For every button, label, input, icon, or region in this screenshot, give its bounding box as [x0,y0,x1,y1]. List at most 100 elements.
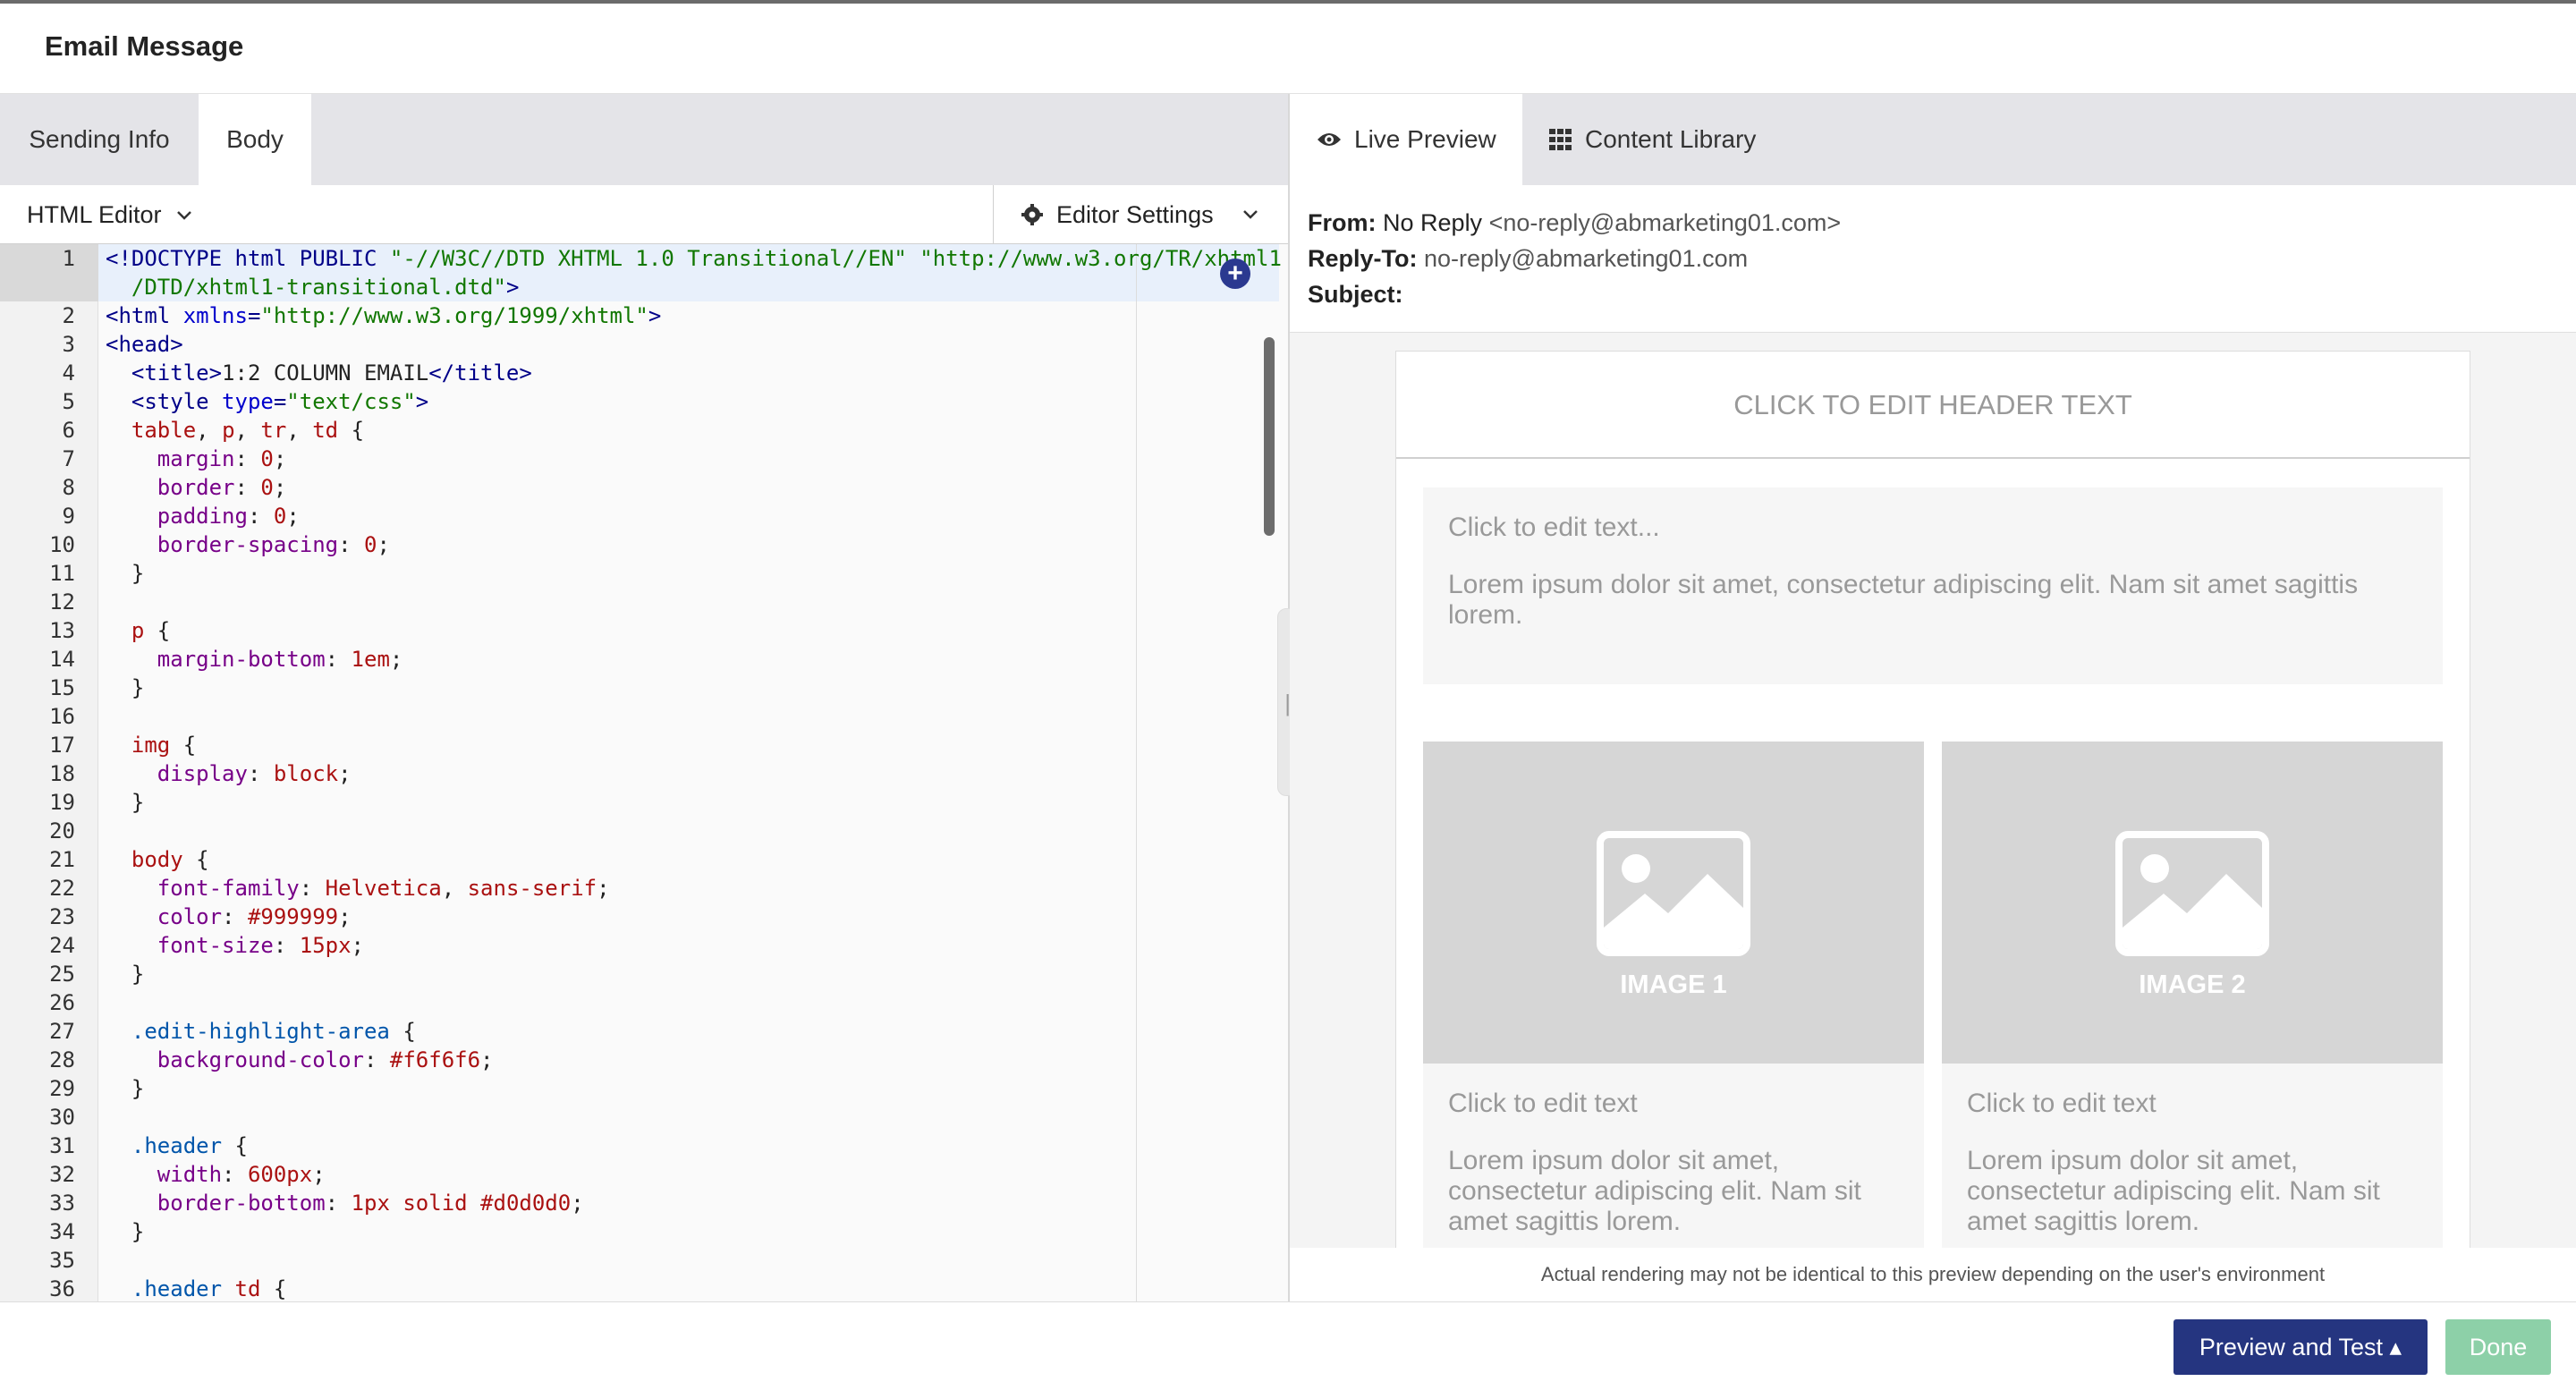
code-line[interactable]: 16 [0,702,1288,731]
line-number: 3 [62,332,75,357]
code-line[interactable]: 12 [0,588,1288,616]
code-text: } [106,790,145,815]
code-text: border: 0; [106,475,287,500]
tab-sending-info[interactable]: Sending Info [0,94,199,185]
code-text: .edit-highlight-area { [106,1019,416,1044]
code-line[interactable]: 22 font-family: Helvetica, sans-serif; [0,874,1288,903]
code-line[interactable]: 13 p { [0,616,1288,645]
tab-body[interactable]: Body [199,94,311,185]
code-line[interactable]: 1 <!DOCTYPE html PUBLIC "-//W3C//DTD XHTM… [0,244,1288,273]
code-text: p { [131,618,171,643]
code-line[interactable]: 18 display: block; [0,759,1288,788]
line-number: 14 [49,647,75,672]
code-line[interactable]: 35 [0,1246,1288,1275]
editor-mode-dropdown[interactable]: HTML Editor [27,201,192,229]
code-text: } [106,962,145,987]
code-line[interactable]: 4 <title>1:2 COLUMN EMAIL</title> [0,359,1288,387]
code-line[interactable]: 6 table, p, tr, td { [0,416,1288,445]
line-number: 25 [49,962,75,987]
code-line[interactable]: 32 width: 600px; [0,1160,1288,1189]
tab-content-library[interactable]: Content Library [1522,94,1791,185]
image-2-label: IMAGE 2 [2139,970,2246,999]
line-number: 7 [62,446,75,471]
image-1-placeholder[interactable]: IMAGE 1 [1423,742,1924,1064]
code-line[interactable]: 26 [0,988,1288,1017]
eye-icon [1318,133,1341,146]
code-line[interactable]: 23 color: #999999; [0,903,1288,931]
code-text: margin-bottom: 1em; [106,647,403,672]
code-text: <html xmlns="http://www.w3.org/1999/xhtm… [106,303,662,328]
code-text: <title>1:2 COLUMN EMAIL</title> [106,360,532,386]
done-button[interactable]: Done [2445,1319,2551,1375]
grid-icon [1549,129,1572,150]
code-line[interactable]: 19 } [0,788,1288,817]
code-line[interactable]: 8 border: 0; [0,473,1288,502]
tab-live-preview[interactable]: Live Preview [1290,94,1522,185]
column-1-text-block[interactable]: Click to edit text Lorem ipsum dolor sit… [1423,1064,1924,1248]
text-block-title: Click to edit text... [1448,513,1660,542]
column-2-body: Lorem ipsum dolor sit amet, consectetur … [1967,1146,2380,1236]
line-number: 11 [49,561,75,586]
code-text: <head> [106,332,183,357]
code-line[interactable]: /DTD/xhtml1-transitional.dtd"> [0,273,1288,301]
email-template: CLICK TO EDIT HEADER TEXT Click to edit … [1395,351,2470,1248]
code-line[interactable]: 36 .header td { [0,1275,1288,1301]
line-number: 18 [49,761,75,786]
editor-settings-label: Editor Settings [1056,200,1214,228]
email-header-block[interactable]: CLICK TO EDIT HEADER TEXT [1396,352,2470,459]
code-line[interactable]: 20 [0,817,1288,845]
code-text: body { [131,847,209,872]
text-block-body: Lorem ipsum dolor sit amet, consectetur … [1448,570,2359,630]
code-line[interactable]: 7 margin: 0; [0,445,1288,473]
add-block-icon[interactable]: + [1220,259,1250,289]
code-line[interactable]: 29 } [0,1074,1288,1103]
code-editor[interactable]: 1 <!DOCTYPE html PUBLIC "-//W3C//DTD XHTM… [0,244,1288,1301]
image-icon [2115,831,2269,956]
code-text: /DTD/xhtml1-transitional.dtd"> [106,275,520,300]
code-line[interactable]: 25 } [0,960,1288,988]
code-text: width: 600px; [106,1162,326,1187]
code-line[interactable]: 21 body { [0,845,1288,874]
editor-settings-button[interactable]: Editor Settings [993,185,1288,244]
code-line[interactable]: 17 img { [0,731,1288,759]
code-line[interactable]: 2 <html xmlns="http://www.w3.org/1999/xht… [0,301,1288,330]
preview-and-test-button[interactable]: Preview and Test ▴ [2174,1319,2428,1375]
code-line[interactable]: 31 .header { [0,1131,1288,1160]
code-line[interactable]: 33 border-bottom: 1px solid #d0d0d0; [0,1189,1288,1217]
left-tab-bar: Sending Info Body [0,94,1288,185]
code-text: border-bottom: 1px solid #d0d0d0; [106,1191,584,1216]
text-block[interactable]: Click to edit text... Lorem ipsum dolor … [1423,487,2443,684]
code-line[interactable]: 9 padding: 0; [0,502,1288,530]
preview-disclaimer: Actual rendering may not be identical to… [1290,1248,2576,1301]
line-number: 31 [49,1133,75,1158]
reply-to-row: Reply-To: no-reply@abmarketing01.com [1308,245,1749,272]
code-text: border-spacing: 0; [106,532,390,557]
code-text: .header { [106,1133,248,1158]
line-number: 10 [49,532,75,557]
line-number: 23 [49,904,75,929]
code-text: <!DOCTYPE html PUBLIC "-//W3C//DTD XHTML… [106,246,1282,271]
code-line[interactable]: 27 .edit-highlight-area { [0,1017,1288,1046]
column-2-text-block[interactable]: Click to edit text Lorem ipsum dolor sit… [1942,1064,2443,1248]
line-number: 12 [49,589,75,614]
line-number: 34 [49,1219,75,1244]
code-line[interactable]: 30 [0,1103,1288,1131]
line-number: 32 [49,1162,75,1187]
code-line[interactable]: 28 background-color: #f6f6f6; [0,1046,1288,1074]
code-line[interactable]: 11 } [0,559,1288,588]
code-line[interactable]: 3 <head> [0,330,1288,359]
line-number: 28 [49,1047,75,1072]
code-line[interactable]: 5 <style type="text/css"> [0,387,1288,416]
line-number: 4 [62,360,75,386]
code-scrollbar[interactable] [1264,337,1275,536]
right-tab-bar: Live Preview Content Library [1290,94,2576,185]
code-line[interactable]: 34 } [0,1217,1288,1246]
title-bar: Email Message [0,4,2576,94]
code-line[interactable]: 10 border-spacing: 0; [0,530,1288,559]
line-number: 15 [49,675,75,700]
email-preview-area: CLICK TO EDIT HEADER TEXT Click to edit … [1290,332,2576,1248]
code-line[interactable]: 24 font-size: 15px; [0,931,1288,960]
code-line[interactable]: 15 } [0,674,1288,702]
code-line[interactable]: 14 margin-bottom: 1em; [0,645,1288,674]
image-2-placeholder[interactable]: IMAGE 2 [1942,742,2443,1064]
